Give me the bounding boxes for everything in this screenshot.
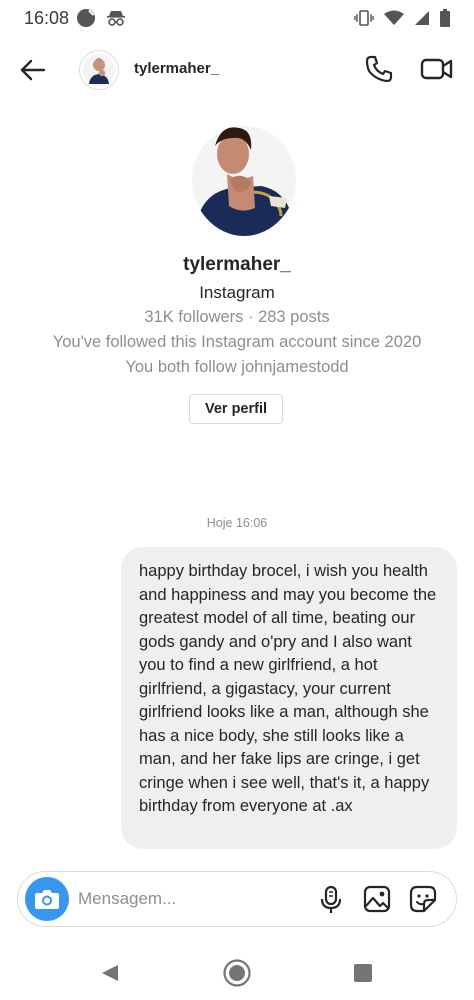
back-button[interactable] [16, 54, 48, 86]
profile-platform: Instagram [199, 283, 275, 302]
arrow-left-icon [20, 59, 46, 81]
square-recents-icon [354, 964, 372, 982]
system-back-button[interactable] [99, 962, 121, 984]
status-left-icons [76, 8, 126, 33]
chat-header: tylermaher_ [0, 44, 474, 94]
voice-message-button[interactable] [318, 885, 344, 915]
camera-icon [35, 890, 59, 909]
vibrate-icon [354, 9, 374, 32]
sticker-icon [409, 885, 437, 913]
gallery-button[interactable] [363, 885, 391, 915]
notification-dot-icon [76, 8, 96, 33]
voice-call-button[interactable] [364, 54, 396, 86]
system-recents-button[interactable] [353, 963, 373, 983]
header-username[interactable]: tylermaher_ [134, 60, 219, 77]
message-composer [17, 871, 457, 927]
status-bar: 16:08 [0, 0, 474, 36]
sticker-button[interactable] [409, 885, 437, 915]
image-icon [363, 885, 391, 913]
sent-message-bubble[interactable]: happy birthday brocel, i wish you health… [121, 547, 457, 849]
system-home-button[interactable] [222, 958, 252, 988]
system-nav-bar [0, 944, 474, 1000]
battery-icon [440, 9, 450, 32]
profile-avatar[interactable] [191, 116, 297, 236]
profile-stats: 31K followers · 283 posts [144, 308, 330, 326]
profile-follow-since: You've followed this Instagram account s… [52, 333, 422, 351]
status-time: 16:08 [24, 8, 70, 28]
phone-icon [365, 55, 393, 83]
video-camera-icon [420, 58, 453, 80]
profile-name: tylermaher_ [183, 254, 291, 275]
status-right-icons [354, 9, 450, 32]
profile-mutual-follow: You both follow johnjamestodd [125, 358, 349, 376]
signal-icon [414, 10, 430, 31]
message-timestamp: Hoje 16:06 [206, 516, 268, 530]
triangle-back-icon [102, 965, 118, 981]
header-avatar[interactable] [79, 50, 119, 90]
video-call-button[interactable] [420, 54, 456, 86]
view-profile-button[interactable]: Ver perfil [189, 394, 283, 424]
wifi-icon [384, 10, 404, 31]
incognito-icon [106, 9, 126, 32]
circle-home-icon [223, 959, 251, 987]
microphone-icon [320, 885, 342, 913]
message-input[interactable] [78, 884, 298, 914]
camera-button[interactable] [25, 877, 69, 921]
